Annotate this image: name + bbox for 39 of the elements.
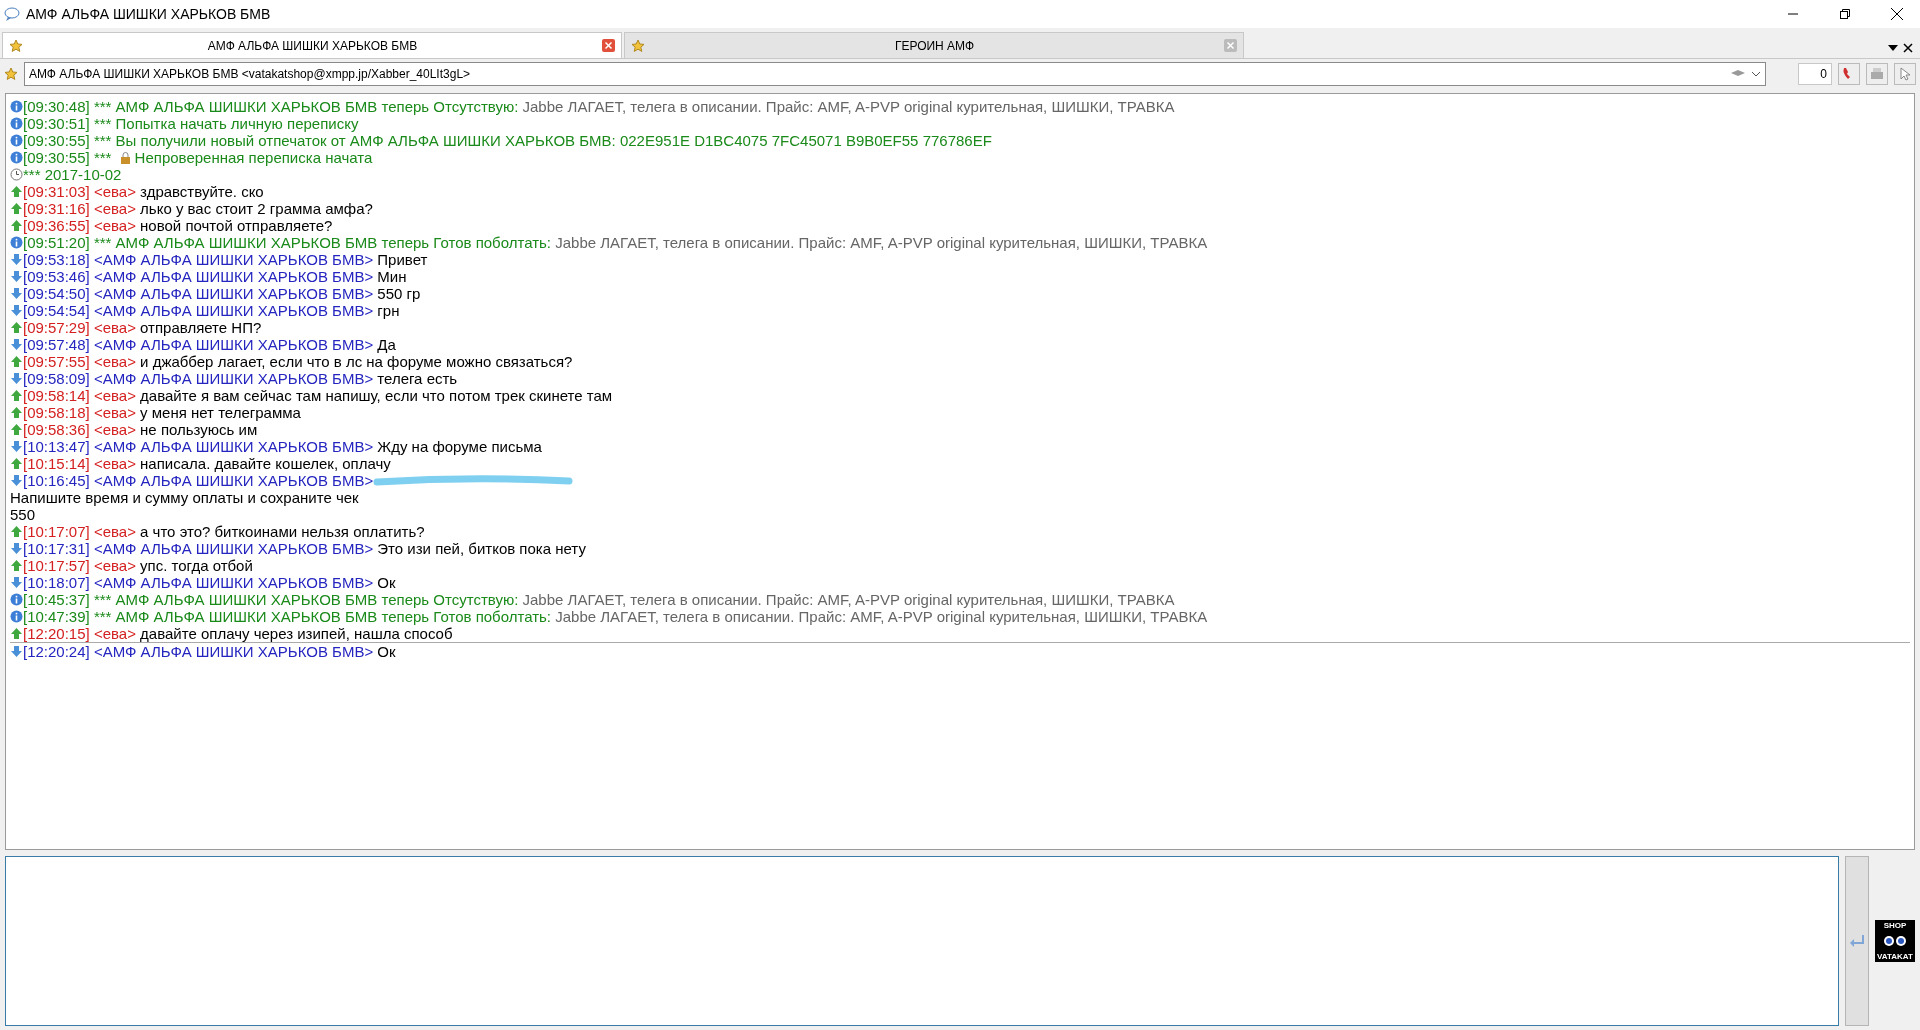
message-line: [09:57:48] <АМФ АЛЬФА ШИШКИ ХАРЬКОВ БМВ> Да	[23, 336, 396, 353]
message-line: [10:18:07] <АМФ АЛЬФА ШИШКИ ХАРЬКОВ БМВ> Ок	[23, 574, 396, 591]
date-line: *** 2017-10-02	[23, 166, 122, 183]
message-line: [12:20:15] <ева> давайте оплачу через изипей, нашла способ	[23, 625, 453, 642]
shop-logo: SHOP VATAKAT	[1875, 920, 1915, 962]
message-line: [10:17:07] <ева> а что это? биткоинами нельзя оплатить?	[23, 523, 425, 540]
counter-field: 0	[1798, 63, 1832, 85]
message-line: [09:57:29] <ева> отправляете НП?	[23, 319, 262, 336]
contact-field[interactable]: АМФ АЛЬФА ШИШКИ ХАРЬКОВ БМВ <vatakatshop@xmpp.jp/Xabber_40LIt3gL>	[24, 62, 1766, 86]
message-line: [09:57:55] <ева> и джаббер лагает, если что в лс на форуме можно связаться?	[23, 353, 573, 370]
chat-tab[interactable]: АМФ АЛЬФА ШИШКИ ХАРЬКОВ БМВ	[2, 32, 622, 58]
status-line: [10:45:37] *** АМФ АЛЬФА ШИШКИ ХАРЬКОВ БМВ теперь Отсутствую: Jabbe ЛАГАЕТ, телега в описании. Прайс: AMF, A-PVP original курительная, ШИШКИ, ТРАВКА	[23, 591, 1175, 608]
status-line: [09:30:55] *** Вы получили новый отпечаток от АМФ АЛЬФА ШИШКИ ХАРЬКОВ БМВ: 022E951E D1BC4075 7FC45071 B9B0EF55 776786EF	[23, 132, 992, 149]
message-line: [10:13:47] <АМФ АЛЬФА ШИШКИ ХАРЬКОВ БМВ> Жду на форуме письма	[23, 438, 542, 455]
window-title: АМФ АЛЬФА ШИШКИ ХАРЬКОВ БМВ	[26, 6, 272, 22]
message-line: [09:36:55] <ева> новой почтой отправляете?	[23, 217, 333, 234]
status-line: [09:30:51] *** Попытка начать личную переписку	[23, 115, 359, 132]
status-line: [09:51:20] *** АМФ АЛЬФА ШИШКИ ХАРЬКОВ БМВ теперь Готов поболтать: Jabbe ЛАГАЕТ, телега в описании. Прайс: AMF, A-PVP original курительная, ШИШКИ, ТРАВКА	[23, 234, 1208, 251]
message-line: [12:20:24] <АМФ АЛЬФА ШИШКИ ХАРЬКОВ БМВ> Ок	[23, 643, 396, 660]
chat-tab[interactable]: ГЕРОИН АМФ	[624, 32, 1244, 58]
message-line: [10:17:57] <ева> упс. тогда отбой	[23, 557, 253, 574]
message-line: [10:16:45] <АМФ АЛЬФА ШИШКИ ХАРЬКОВ БМВ>	[23, 472, 374, 489]
status-line: [09:30:48] *** АМФ АЛЬФА ШИШКИ ХАРЬКОВ БМВ теперь Отсутствую: Jabbe ЛАГАЕТ, телега в описании. Прайс: AMF, A-PVP original курительная, ШИШКИ, ТРАВКА	[23, 98, 1175, 115]
message-text: Напишите время и сумму оплаты и сохраните чек	[10, 489, 360, 506]
message-line: [09:31:03] <ева> здравствуйте. ско	[23, 183, 264, 200]
message-line: [09:58:09] <АМФ АЛЬФА ШИШКИ ХАРЬКОВ БМВ> телега есть	[23, 370, 458, 387]
message-line: [09:58:14] <ева> давайте я вам сейчас там напишу, если что потом трек скинете там	[23, 387, 613, 404]
message-line: [09:58:18] <ева> у меня нет телеграмма	[23, 404, 301, 421]
message-line: [09:31:16] <ева> лько у вас стоит 2 грамма амфа?	[23, 200, 373, 217]
message-line: [09:53:18] <АМФ АЛЬФА ШИШКИ ХАРЬКОВ БМВ> Привет	[23, 251, 428, 268]
message-line: [10:15:14] <ева> написала. давайте кошелек, оплачу	[23, 455, 391, 472]
status-line: [09:30:55] *** Непроверенная переписка начата	[23, 149, 373, 166]
message-line: [09:54:54] <АМФ АЛЬФА ШИШКИ ХАРЬКОВ БМВ> грн	[23, 302, 400, 319]
message-line: [09:58:36] <ева> не пользуюсь им	[23, 421, 258, 438]
message-text: 550	[10, 506, 37, 523]
status-line: [10:47:39] *** АМФ АЛЬФА ШИШКИ ХАРЬКОВ БМВ теперь Готов поболтать: Jabbe ЛАГАЕТ, телега в описании. Прайс: AMF, A-PVP original курительная, ШИШКИ, ТРАВКА	[23, 608, 1208, 625]
message-line: [09:53:46] <АМФ АЛЬФА ШИШКИ ХАРЬКОВ БМВ> Мин	[23, 268, 407, 285]
message-line: [10:17:31] <АМФ АЛЬФА ШИШКИ ХАРЬКОВ БМВ> Это изи пей, битков пока нету	[23, 540, 586, 557]
message-line: [09:54:50] <АМФ АЛЬФА ШИШКИ ХАРЬКОВ БМВ> 550 гр	[23, 285, 421, 302]
